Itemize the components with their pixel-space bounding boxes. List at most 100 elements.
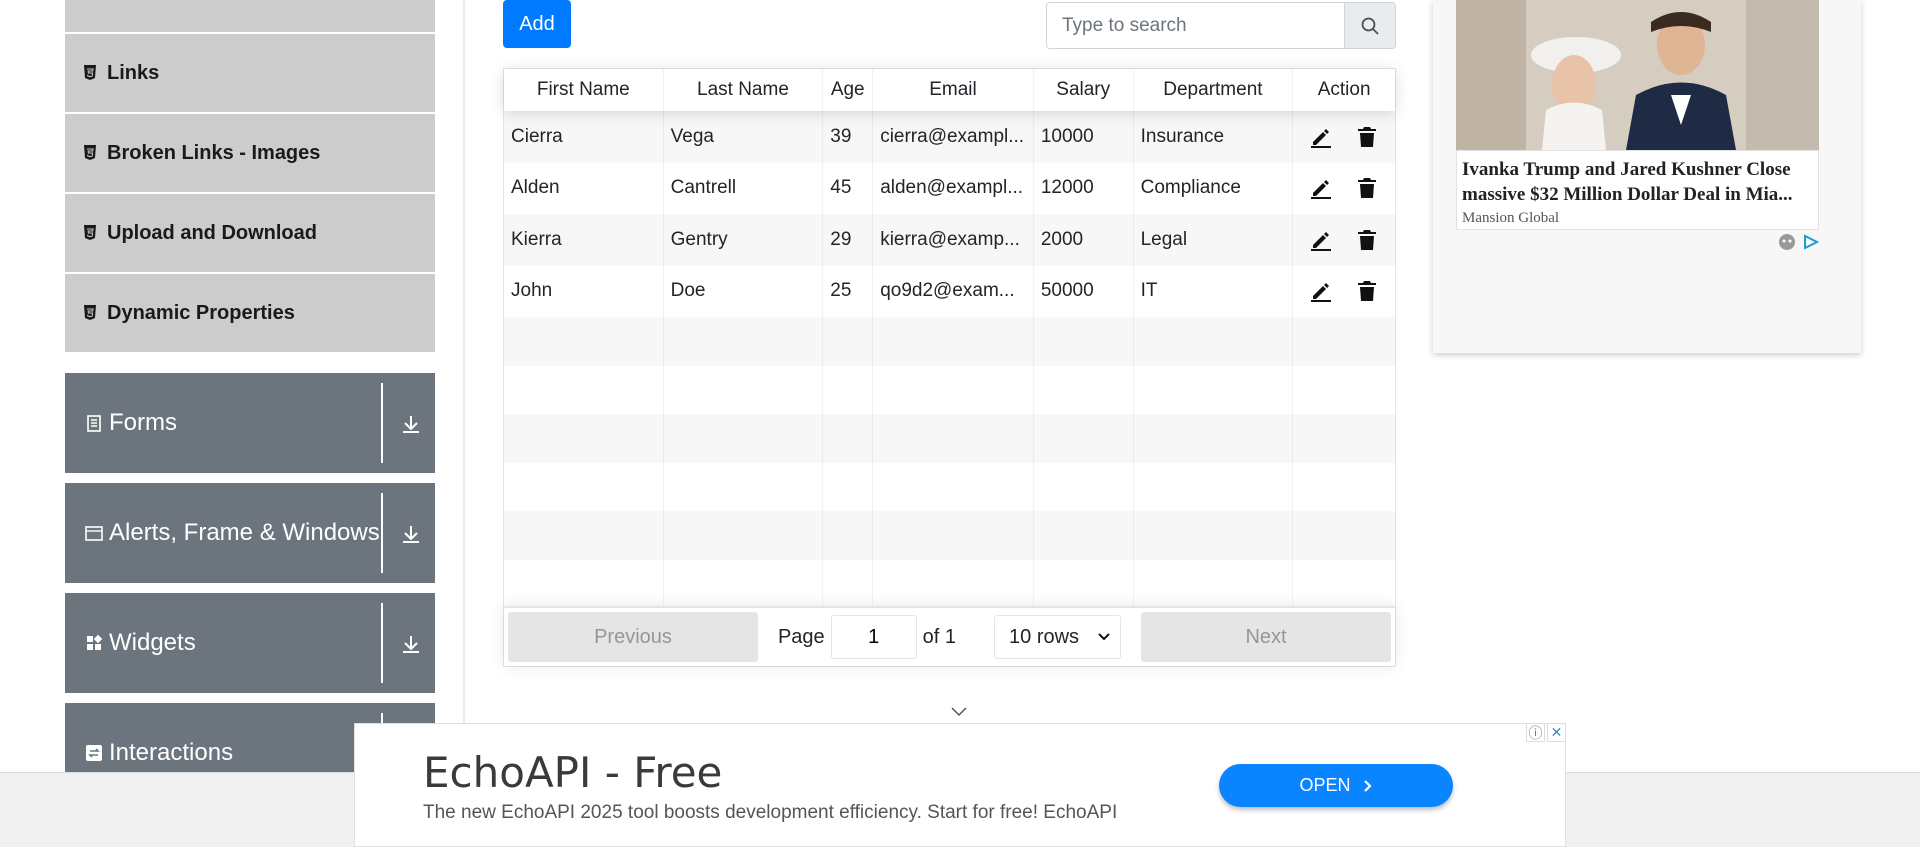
table-row: Cierra Vega 39 cierra@exampl... 10000 In…	[504, 111, 1395, 163]
cell-age: 39	[823, 111, 874, 163]
group-separator	[381, 493, 383, 573]
edit-icon[interactable]	[1309, 279, 1333, 303]
ad-headline: Ivanka Trump and Jared Kushner Close mas…	[1462, 159, 1793, 205]
adchoices-icon[interactable]	[1803, 234, 1821, 250]
ad-feedback-icon[interactable]	[1777, 232, 1797, 252]
empty-row	[504, 511, 1395, 560]
delete-icon[interactable]	[1355, 125, 1379, 149]
empty-row	[504, 414, 1395, 463]
cell-age: 25	[823, 265, 874, 317]
add-button[interactable]: Add	[503, 0, 571, 48]
cell-action	[1293, 214, 1395, 266]
group-label: Forms	[109, 409, 177, 436]
cell-email: kierra@examp...	[873, 214, 1034, 266]
column-header-last-name[interactable]: Last Name	[664, 69, 824, 111]
bottom-ad[interactable]: EchoAPI - Free The new EchoAPI 2025 tool…	[354, 723, 1566, 847]
cell-age: 45	[823, 162, 874, 214]
previous-button[interactable]: Previous	[508, 612, 758, 662]
column-header-first-name[interactable]: First Name	[504, 69, 664, 111]
search-icon	[1361, 17, 1379, 35]
cell-salary: 2000	[1034, 214, 1134, 266]
cell-email-text: kierra@examp...	[880, 228, 1020, 250]
column-header-salary[interactable]: Salary	[1034, 69, 1134, 111]
cell-action	[1293, 163, 1395, 215]
download-arrow-icon	[403, 526, 419, 543]
search-button[interactable]	[1344, 3, 1395, 48]
delete-icon[interactable]	[1355, 279, 1379, 303]
html5-icon	[84, 65, 96, 80]
ad-open-label: OPEN	[1299, 775, 1351, 795]
cell-salary: 10000	[1034, 111, 1134, 163]
ad-choices[interactable]	[1777, 232, 1821, 252]
html5-icon	[84, 305, 96, 320]
delete-icon[interactable]	[1355, 228, 1379, 252]
search-box	[1046, 2, 1396, 49]
column-header-department[interactable]: Department	[1134, 69, 1294, 111]
cell-age: 29	[823, 214, 874, 266]
ad-close-group: ⓘ ✕	[1526, 723, 1566, 742]
pagination-bar: Previous Page of 1 10 rows Next	[504, 606, 1395, 666]
sidebar-item-upload-download[interactable]: Upload and Download	[65, 194, 435, 272]
sidebar-item-links[interactable]: Links	[65, 34, 435, 112]
sidebar-item-broken-links[interactable]: Broken Links - Images	[65, 114, 435, 192]
page: Links Broken Links - Images Upload and D…	[0, 0, 1920, 847]
sidebar-item-buttons[interactable]	[65, 0, 435, 32]
ad-info-icon[interactable]: ⓘ	[1526, 723, 1545, 742]
cell-first-name: Kierra	[504, 214, 664, 266]
cell-last-name: Doe	[664, 265, 824, 317]
chevron-right-icon	[1363, 779, 1372, 792]
web-table: First Name Last Name Age Email Salary De…	[503, 68, 1396, 667]
cell-email: cierra@exampl...	[873, 111, 1034, 163]
right-ad[interactable]: Ivanka Trump and Jared Kushner Close mas…	[1433, 0, 1861, 353]
group-header-forms[interactable]: Forms	[65, 373, 435, 473]
download-arrow-icon	[403, 636, 419, 653]
next-button[interactable]: Next	[1141, 612, 1391, 662]
html5-icon	[84, 145, 96, 160]
cell-email-text: cierra@exampl...	[880, 125, 1025, 147]
search-input[interactable]	[1047, 3, 1344, 48]
chevron-down-icon[interactable]	[950, 704, 968, 718]
cell-first-name: Cierra	[504, 111, 664, 163]
ad-photo[interactable]	[1456, 0, 1819, 150]
group-header-alerts[interactable]: Alerts, Frame & Windows	[65, 483, 435, 583]
delete-icon[interactable]	[1355, 176, 1379, 200]
cell-salary: 50000	[1034, 265, 1134, 317]
close-icon[interactable]: ✕	[1547, 723, 1566, 742]
column-header-action: Action	[1317, 79, 1371, 100]
empty-row	[504, 462, 1395, 511]
group-header-widgets[interactable]: Widgets	[65, 593, 435, 693]
cell-last-name: Gentry	[664, 214, 824, 266]
ad-open-button[interactable]: OPEN	[1219, 764, 1453, 807]
cell-department: Compliance	[1134, 162, 1294, 214]
ad-caption[interactable]: Ivanka Trump and Jared Kushner Close mas…	[1456, 150, 1819, 230]
cell-last-name: Vega	[664, 111, 824, 163]
sidebar-item-label: Links	[107, 61, 160, 84]
cell-department: IT	[1134, 265, 1294, 317]
edit-icon[interactable]	[1309, 176, 1333, 200]
sidebar-item-label: Broken Links - Images	[107, 141, 321, 164]
cell-email-text: qo9d2@exam...	[880, 280, 1015, 302]
table-row: Kierra Gentry 29 kierra@examp... 2000 Le…	[504, 214, 1395, 266]
group-label: Widgets	[109, 629, 196, 656]
widgets-icon	[87, 634, 103, 650]
cell-department: Insurance	[1134, 111, 1294, 163]
total-pages-label: of 1	[922, 625, 957, 648]
cell-email: alden@exampl...	[873, 162, 1034, 214]
edit-icon[interactable]	[1309, 228, 1333, 252]
column-header-email[interactable]: Email	[873, 69, 1034, 111]
rows-per-page-select[interactable]: 10 rows	[994, 615, 1122, 659]
column-header-age[interactable]: Age	[823, 69, 874, 111]
rows-per-page-value: 10 rows	[1009, 625, 1080, 648]
sidebar-item-dynamic-properties[interactable]: Dynamic Properties	[65, 274, 435, 352]
chevron-down-icon	[1098, 633, 1110, 641]
empty-row	[504, 559, 1395, 608]
cell-first-name: John	[504, 265, 664, 317]
page-number-input[interactable]	[830, 615, 917, 659]
ad-image	[1456, 0, 1819, 150]
group-label: Alerts, Frame & Windows	[109, 519, 380, 546]
html5-icon	[84, 225, 96, 240]
cell-last-name: Cantrell	[664, 162, 824, 214]
group-separator	[381, 603, 383, 683]
sidebar-item-label: Upload and Download	[107, 221, 317, 244]
edit-icon[interactable]	[1309, 125, 1333, 149]
